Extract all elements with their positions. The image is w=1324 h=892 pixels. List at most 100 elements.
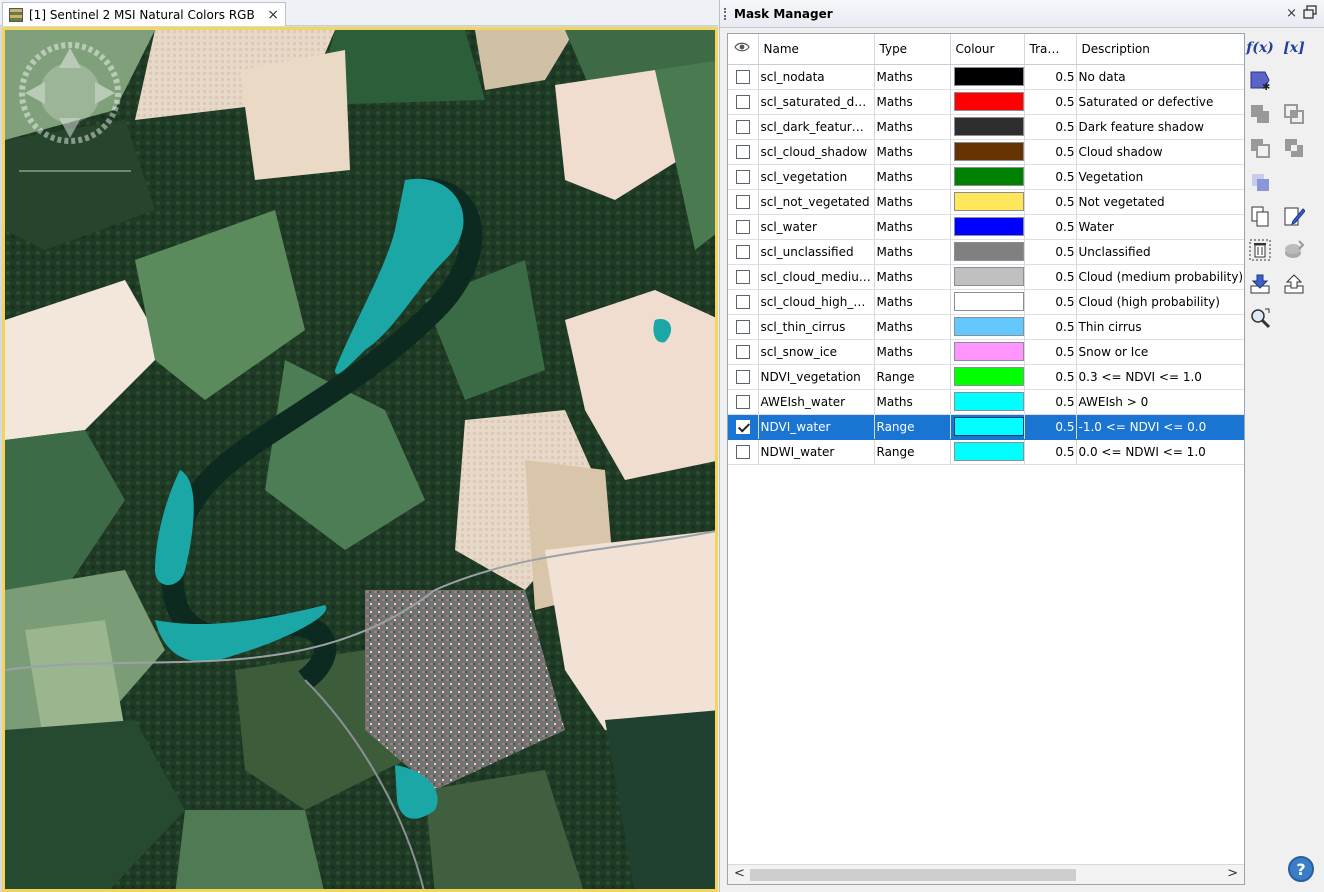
colour-swatch[interactable] (953, 292, 1023, 311)
colour-swatch[interactable] (953, 167, 1023, 186)
colour-swatch[interactable] (953, 217, 1023, 236)
navigation-compass-icon[interactable] (19, 42, 121, 144)
float-window-icon[interactable] (1303, 5, 1317, 19)
mask-name-cell[interactable]: scl_not_vegetated (758, 189, 875, 215)
mask-description-cell[interactable]: Vegetation (1076, 164, 1244, 190)
table-row[interactable]: NDVI_vegetation Range 0.5 0.3 <= NDVI <= 1.… (728, 364, 1244, 390)
mask-colour-cell[interactable] (950, 314, 1025, 340)
mask-name-cell[interactable]: scl_thin_cirrus (758, 314, 875, 340)
column-type[interactable]: Type (874, 34, 951, 65)
table-row[interactable]: scl_not_vegetated Maths 0.5 Not vegetated (728, 189, 1244, 215)
mask-colour-cell[interactable] (950, 289, 1025, 315)
scroll-right-icon[interactable]: > (1227, 866, 1238, 881)
column-description[interactable]: Description (1076, 34, 1244, 65)
mask-type-cell[interactable]: Maths (874, 289, 951, 315)
help-button[interactable]: ? (1288, 856, 1314, 882)
mask-name-cell[interactable]: NDVI_vegetation (758, 364, 875, 390)
mask-description-cell[interactable]: Cloud (high probability) (1076, 289, 1244, 315)
mask-colour-cell[interactable] (950, 414, 1025, 440)
mask-name-cell[interactable]: scl_water (758, 214, 875, 240)
mask-description-cell[interactable]: AWEIsh > 0 (1076, 389, 1244, 415)
mask-type-cell[interactable]: Maths (874, 189, 951, 215)
zoom-to-mask-button[interactable] (1247, 305, 1273, 331)
visibility-checkbox[interactable] (735, 69, 750, 84)
column-visible[interactable] (728, 34, 759, 65)
table-row[interactable]: NDVI_water Range 0.5 -1.0 <= NDVI <= 0.0 (728, 414, 1244, 440)
mask-type-cell[interactable]: Maths (874, 214, 951, 240)
table-row[interactable]: scl_cloud_shadow Maths 0.5 Cloud shadow (728, 139, 1244, 165)
mask-type-cell[interactable]: Maths (874, 239, 951, 265)
mask-transparency-cell[interactable]: 0.5 (1024, 264, 1077, 290)
mask-type-cell[interactable]: Maths (874, 89, 951, 115)
difference-button[interactable] (1247, 135, 1273, 161)
mask-transparency-cell[interactable]: 0.5 (1024, 114, 1077, 140)
view-tab[interactable]: [1] Sentinel 2 MSI Natural Colors RGB × (2, 2, 286, 26)
mask-transparency-cell[interactable]: 0.5 (1024, 164, 1077, 190)
mask-name-cell[interactable]: scl_unclassified (758, 239, 875, 265)
mask-description-cell[interactable]: Cloud (medium probability) (1076, 264, 1244, 290)
mask-type-cell[interactable]: Range (874, 414, 951, 440)
mask-description-cell[interactable]: Unclassified (1076, 239, 1244, 265)
colour-swatch[interactable] (953, 417, 1023, 436)
visibility-checkbox[interactable] (735, 119, 750, 134)
mask-colour-cell[interactable] (950, 339, 1025, 365)
mask-description-cell[interactable]: Snow or Ice (1076, 339, 1244, 365)
visibility-checkbox[interactable] (735, 419, 750, 434)
transfer-mask-button[interactable] (1281, 237, 1307, 263)
mask-colour-cell[interactable] (950, 164, 1025, 190)
mask-colour-cell[interactable] (950, 214, 1025, 240)
mask-type-cell[interactable]: Maths (874, 389, 951, 415)
colour-swatch[interactable] (953, 92, 1023, 111)
mask-transparency-cell[interactable]: 0.5 (1024, 439, 1077, 465)
mask-type-cell[interactable]: Maths (874, 339, 951, 365)
mask-description-cell[interactable]: Cloud shadow (1076, 139, 1244, 165)
colour-swatch[interactable] (953, 192, 1023, 211)
mask-description-cell[interactable]: 0.3 <= NDVI <= 1.0 (1076, 364, 1244, 390)
mask-type-cell[interactable]: Range (874, 364, 951, 390)
mask-description-cell[interactable]: Dark feature shadow (1076, 114, 1244, 140)
colour-swatch[interactable] (953, 342, 1023, 361)
colour-swatch[interactable] (953, 317, 1023, 336)
visibility-checkbox[interactable] (735, 294, 750, 309)
panel-close-icon[interactable]: × (1286, 6, 1297, 21)
mask-type-cell[interactable]: Maths (874, 64, 951, 90)
table-row[interactable]: AWEIsh_water Maths 0.5 AWEIsh > 0 (728, 389, 1244, 415)
visibility-checkbox[interactable] (735, 319, 750, 334)
mask-transparency-cell[interactable]: 0.5 (1024, 89, 1077, 115)
mask-name-cell[interactable]: scl_cloud_shadow (758, 139, 875, 165)
mask-type-cell[interactable]: Maths (874, 164, 951, 190)
mask-colour-cell[interactable] (950, 239, 1025, 265)
mask-description-cell[interactable]: -1.0 <= NDVI <= 0.0 (1076, 414, 1244, 440)
visibility-checkbox[interactable] (735, 194, 750, 209)
mask-name-cell[interactable]: scl_dark_featur… (758, 114, 875, 140)
image-canvas[interactable] (2, 27, 718, 892)
mask-colour-cell[interactable] (950, 64, 1025, 90)
mask-transparency-cell[interactable]: 0.5 (1024, 389, 1077, 415)
mask-transparency-cell[interactable]: 0.5 (1024, 189, 1077, 215)
visibility-checkbox[interactable] (735, 244, 750, 259)
xor-button[interactable] (1281, 135, 1307, 161)
mask-colour-cell[interactable] (950, 439, 1025, 465)
export-mask-button[interactable] (1281, 271, 1307, 297)
mask-name-cell[interactable]: scl_saturated_d… (758, 89, 875, 115)
mask-transparency-cell[interactable]: 0.5 (1024, 139, 1077, 165)
visibility-checkbox[interactable] (735, 169, 750, 184)
new-mask-button[interactable]: ✱ (1247, 67, 1273, 93)
table-row[interactable]: scl_snow_ice Maths 0.5 Snow or Ice (728, 339, 1244, 365)
visibility-checkbox[interactable] (735, 219, 750, 234)
mask-type-cell[interactable]: Maths (874, 114, 951, 140)
mask-type-cell[interactable]: Maths (874, 264, 951, 290)
band-maths-button[interactable]: f(x) (1246, 35, 1274, 61)
visibility-checkbox[interactable] (735, 269, 750, 284)
mask-colour-cell[interactable] (950, 139, 1025, 165)
mask-colour-cell[interactable] (950, 189, 1025, 215)
union-button[interactable] (1247, 101, 1273, 127)
mask-colour-cell[interactable] (950, 114, 1025, 140)
zoom-slider[interactable] (19, 170, 131, 172)
mask-colour-cell[interactable] (950, 364, 1025, 390)
colour-swatch[interactable] (953, 367, 1023, 386)
mask-description-cell[interactable]: Water (1076, 214, 1244, 240)
mask-colour-cell[interactable] (950, 264, 1025, 290)
colour-swatch[interactable] (953, 142, 1023, 161)
mask-transparency-cell[interactable]: 0.5 (1024, 314, 1077, 340)
